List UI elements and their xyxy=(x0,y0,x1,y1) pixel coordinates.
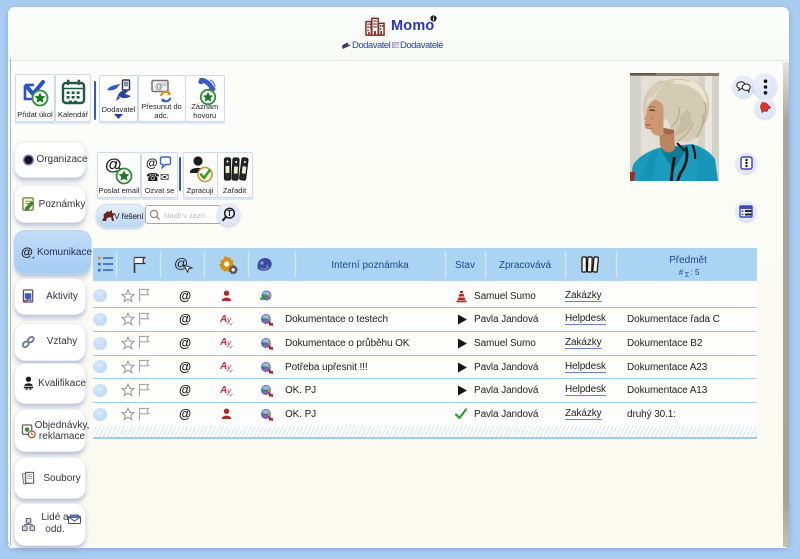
svg-text:@: @ xyxy=(155,82,163,91)
svg-text:Interní poznámka: Interní poznámka xyxy=(331,260,409,271)
svg-text:Zpracovává: Zpracovává xyxy=(499,260,552,271)
svg-text:@: @ xyxy=(146,156,158,170)
svg-text:Předmět: Předmět xyxy=(669,255,707,266)
svg-text:: 5: : 5 xyxy=(691,268,700,277)
svg-text:Stav: Stav xyxy=(455,260,475,271)
svg-text:@: @ xyxy=(21,245,33,259)
svg-text:#: # xyxy=(679,268,684,277)
svg-text:✉: ✉ xyxy=(160,172,169,184)
svg-text:Σ: Σ xyxy=(685,272,690,279)
svg-text:T: T xyxy=(227,209,232,218)
svg-text:☎: ☎ xyxy=(146,172,160,184)
